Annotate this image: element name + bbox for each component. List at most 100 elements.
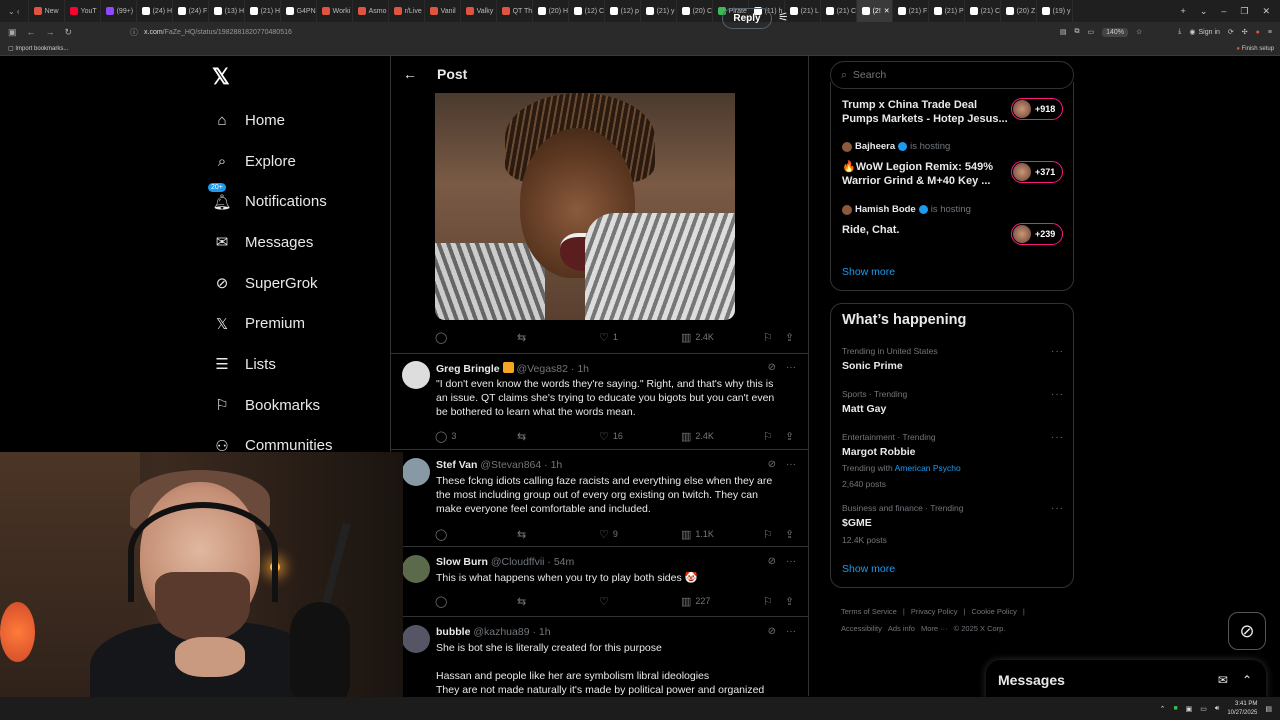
post-time[interactable]: 1h — [551, 459, 563, 471]
reply-action[interactable]: ◯ — [435, 528, 451, 541]
like-action[interactable]: ♡ 1 — [599, 331, 618, 344]
repost-action[interactable]: ⇆ — [517, 595, 530, 608]
sidebar-item-bookmarks[interactable]: ⚐ Bookmarks — [212, 385, 333, 426]
trending-with-link[interactable]: American Psycho — [895, 463, 961, 473]
reply-action[interactable]: ◯ — [435, 331, 447, 344]
tab-close-icon[interactable]: ✕ — [884, 7, 890, 15]
browser-tab[interactable]: Valky — [461, 0, 497, 22]
more-options-icon[interactable]: ··· — [1051, 389, 1064, 400]
browser-tab[interactable]: (21) C — [821, 0, 857, 22]
live-host[interactable]: Hamish Bode is hosting — [842, 204, 971, 215]
footer-link[interactable]: Privacy Policy — [911, 607, 958, 616]
post-media-video[interactable] — [435, 93, 735, 320]
views-action[interactable]: ▥ 227 — [681, 595, 710, 608]
author-name[interactable]: Slow Burn — [436, 556, 488, 568]
browser-tab[interactable]: (21) y — [641, 0, 677, 22]
reply-action[interactable]: ◯ — [435, 595, 451, 608]
reply-settings-icon[interactable]: ⚟ — [778, 10, 789, 24]
live-broadcast-title[interactable]: Ride, Chat. — [842, 223, 899, 237]
views-action[interactable]: ▥ 2.4K — [681, 430, 714, 443]
browser-tab[interactable]: (99+) — [101, 0, 137, 22]
tray-app-icon[interactable]: ▣ — [1186, 705, 1193, 713]
author-handle[interactable]: @Cloudffvii — [491, 556, 545, 568]
live-host[interactable]: Bajheera is hosting — [842, 141, 950, 152]
like-action[interactable]: ♡ — [599, 595, 613, 608]
more-options-icon[interactable]: ··· — [1051, 503, 1064, 514]
views-action[interactable]: ▥ 2.4K — [681, 331, 714, 344]
menu-icon[interactable]: ≡ — [1268, 29, 1272, 36]
share-action[interactable]: ⇪ — [785, 331, 794, 344]
sidebar-toggle-icon[interactable]: ▣ — [8, 27, 17, 38]
share-action[interactable]: ⇪ — [785, 595, 794, 608]
new-tab-icon[interactable]: + — [1181, 6, 1186, 16]
live-listener-badge[interactable]: +371 — [1011, 161, 1063, 183]
puzzle-icon[interactable]: ✣ — [1242, 28, 1248, 36]
screenshot-icon[interactable]: ⧉ — [1074, 28, 1079, 36]
tray-app-icon[interactable]: ■ — [1173, 705, 1177, 712]
browser-tab[interactable]: YouT — [65, 0, 101, 22]
reader-icon[interactable]: ▤ — [1060, 28, 1067, 36]
reply-post[interactable]: Stef Van @Stevan864 · 1h ⊘ ··· These fckng … — [391, 453, 808, 546]
trend-item[interactable]: Entertainment · Trending Margot Robbie Tre… — [842, 432, 1064, 489]
author-handle[interactable]: @Stevan864 — [480, 459, 541, 471]
views-action[interactable]: ▥ 1.1K — [681, 528, 714, 541]
minimize-icon[interactable]: – — [1221, 6, 1226, 16]
tab-list-icon[interactable]: ⌄ — [1200, 6, 1208, 17]
more-options-icon[interactable]: ··· — [786, 459, 796, 470]
back-icon[interactable]: ← — [27, 27, 36, 38]
footer-link[interactable]: Accessibility — [841, 624, 882, 633]
browser-tab[interactable]: (19) y — [1037, 0, 1073, 22]
more-options-icon[interactable]: ··· — [786, 626, 796, 637]
more-options-icon[interactable]: ··· — [1051, 432, 1064, 443]
reload-icon[interactable]: ↻ — [65, 27, 73, 38]
share-action[interactable]: ⇪ — [785, 528, 794, 541]
author-name[interactable]: Greg Bringle — [436, 363, 500, 375]
browser-tab[interactable]: Vanil — [425, 0, 461, 22]
footer-link[interactable]: More ··· — [921, 624, 948, 633]
author-handle[interactable]: @Vegas82 — [516, 363, 568, 375]
avatar[interactable] — [402, 458, 430, 486]
browser-tab[interactable]: (2! ✕ — [856, 0, 893, 22]
live-broadcast-title[interactable]: 🔥WoW Legion Remix: 549% Warrior Grind & M… — [842, 160, 993, 188]
reply-post[interactable]: bubble @kazhua89 · 1h ⊘ ··· She is bot she … — [391, 620, 808, 700]
expand-icon[interactable]: ⌃ — [1242, 673, 1252, 687]
url-field[interactable]: x.com/FaZe_HQ/status/1982881820770480516 — [144, 29, 292, 36]
bookmark-action[interactable]: ⚐ — [763, 528, 773, 541]
browser-tab[interactable]: (21) C — [965, 0, 1001, 22]
volume-icon[interactable]: 🔊︎ — [1215, 705, 1219, 713]
browser-tab[interactable]: (21) L — [785, 0, 821, 22]
footer-link[interactable]: Terms of Service — [841, 607, 897, 616]
download-icon[interactable]: ⤓ — [1178, 28, 1181, 36]
post-time[interactable]: 54m — [554, 556, 574, 568]
grok-icon[interactable]: ⊘ — [768, 459, 776, 470]
restore-icon[interactable]: ❐ — [1240, 6, 1248, 17]
browser-tab[interactable]: New — [29, 0, 65, 22]
network-icon[interactable]: ▭ — [1200, 705, 1207, 713]
notification-icon[interactable]: ▤ — [1265, 705, 1272, 713]
like-action[interactable]: ♡ 16 — [599, 430, 623, 443]
grok-button[interactable]: ⊘ — [1228, 612, 1266, 650]
browser-tab[interactable]: G4PN — [281, 0, 317, 22]
import-bookmarks-link[interactable]: ▢ Import bookmarks... — [8, 45, 68, 52]
author-name[interactable]: Stef Van — [436, 459, 477, 471]
live-listener-badge[interactable]: +239 — [1011, 223, 1063, 245]
repost-action[interactable]: ⇆ — [517, 430, 530, 443]
extensions-icon[interactable]: ⟳ — [1228, 28, 1234, 36]
grok-icon[interactable]: ⊘ — [768, 362, 776, 373]
back-arrow-icon[interactable]: ← — [403, 66, 417, 82]
footer-link[interactable]: © 2025 X Corp. — [954, 624, 1006, 633]
browser-tab[interactable]: (24) H — [137, 0, 173, 22]
tray-chevron-icon[interactable]: ⌃ — [1160, 705, 1166, 713]
live-broadcast-title[interactable]: Trump x China Trade Deal Pumps Markets - … — [842, 98, 1008, 126]
reply-button[interactable]: Reply — [722, 8, 772, 29]
author-handle[interactable]: @kazhua89 — [473, 626, 529, 638]
finish-setup-link[interactable]: ● Finish setup — [1236, 46, 1274, 52]
sidebar-item-premium[interactable]: 𝕏 Premium — [212, 303, 333, 344]
browser-tab[interactable]: (24) F — [173, 0, 209, 22]
author-name[interactable]: bubble — [436, 626, 470, 638]
trend-item[interactable]: Trending in United States Sonic Prime ··· — [842, 346, 1064, 372]
browser-tab[interactable]: QT Th — [497, 0, 533, 22]
zoom-level[interactable]: 140% — [1102, 27, 1129, 37]
bookmark-action[interactable]: ⚐ — [763, 331, 773, 344]
grok-icon[interactable]: ⊘ — [768, 556, 776, 567]
